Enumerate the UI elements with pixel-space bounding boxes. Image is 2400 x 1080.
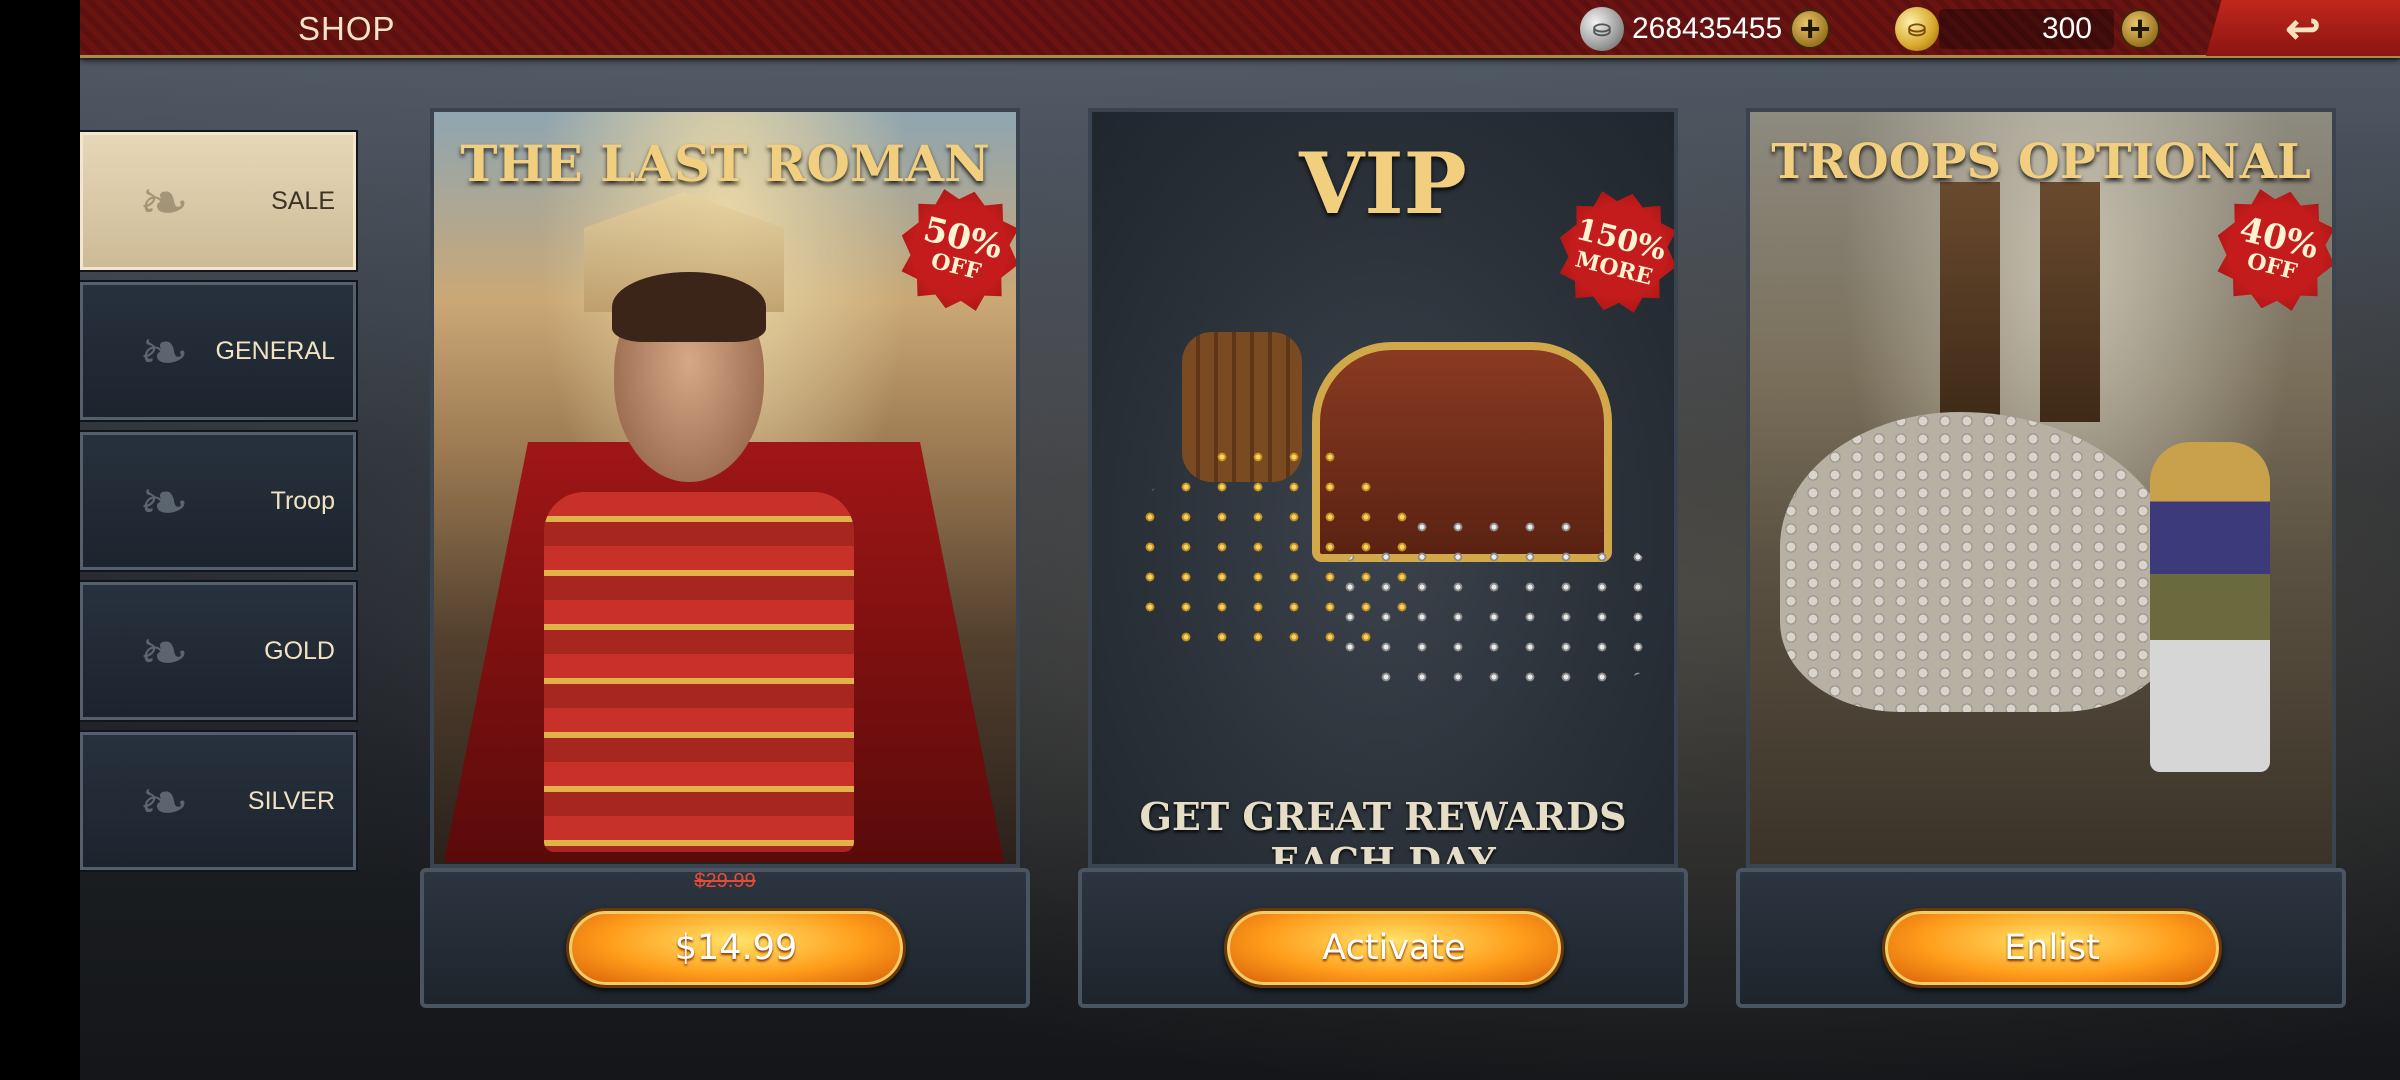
discount-badge: 40% OFF xyxy=(2203,177,2336,322)
category-emblem-icon: ❧ xyxy=(138,769,190,836)
page-title: SHOP xyxy=(298,10,396,47)
gold-coin-icon: ⛀ xyxy=(1895,7,1939,51)
sidebar-item-label: GENERAL xyxy=(215,336,335,365)
activate-button[interactable]: Activate xyxy=(1224,908,1564,988)
last-roman-artwork[interactable]: THE LAST ROMAN 50% OFF xyxy=(430,108,1020,868)
sidebar-item-general[interactable]: ❧ GENERAL xyxy=(80,280,358,422)
top-bar: SHOP ⛀ 268435455 + ⛀ 300 + ↩ xyxy=(80,0,2400,58)
silver-amount: 268435455 xyxy=(1632,12,1783,45)
hero-armor-illustration xyxy=(544,492,854,852)
sidebar-item-label: Troop xyxy=(270,486,335,515)
sidebar-item-label: SILVER xyxy=(247,786,335,815)
buy-price-button[interactable]: $14.99 xyxy=(566,908,906,988)
sidebar-item-silver[interactable]: ❧ SILVER xyxy=(80,730,358,872)
category-emblem-icon: ❧ xyxy=(138,169,190,236)
sidebar-item-sale[interactable]: ❧ SALE xyxy=(80,130,358,272)
category-emblem-icon: ❧ xyxy=(138,619,190,686)
back-button[interactable]: ↩ xyxy=(2206,0,2400,56)
enlist-button[interactable]: Enlist xyxy=(1882,908,2222,988)
vip-artwork[interactable]: VIP 150% MORE GET GREAT REWARDS EACH DAY xyxy=(1088,108,1678,868)
category-emblem-icon: ❧ xyxy=(138,319,190,386)
gold-currency: ⛀ 300 + xyxy=(1895,5,2160,53)
card-footer: Activate xyxy=(1078,868,1688,1008)
sidebar-item-gold[interactable]: ❧ GOLD xyxy=(80,580,358,722)
offer-card-troops: TROOPS OPTIONAL 40% OFF Enlist xyxy=(1736,108,2346,1008)
hero-hair-illustration xyxy=(612,272,766,342)
back-arrow-icon: ↩ xyxy=(2285,4,2321,52)
discount-badge: 50% OFF xyxy=(887,177,1020,322)
siege-tower-illustration xyxy=(1940,182,2000,422)
offer-card-last-roman: THE LAST ROMAN 50% OFF $14.99 $29.99 xyxy=(420,108,1030,1008)
game-shop-screen: SHOP ⛀ 268435455 + ⛀ 300 + ↩ ❧ SALE ❧ GE… xyxy=(80,0,2400,1080)
card-footer: Enlist xyxy=(1736,868,2346,1008)
troops-artwork[interactable]: TROOPS OPTIONAL 40% OFF xyxy=(1746,108,2336,868)
original-price: $29.99 xyxy=(694,870,756,892)
card-title: TROOPS OPTIONAL xyxy=(1771,134,2311,190)
silver-currency: ⛀ 268435455 + xyxy=(1580,5,1831,53)
offer-card-vip: VIP 150% MORE GET GREAT REWARDS EACH DAY… xyxy=(1078,108,1688,1008)
vip-caption: GET GREAT REWARDS EACH DAY xyxy=(1139,794,1627,868)
category-emblem-icon: ❧ xyxy=(138,469,190,536)
sidebar-item-label: GOLD xyxy=(264,636,335,665)
add-gold-button[interactable]: + xyxy=(2120,9,2160,49)
add-silver-button[interactable]: + xyxy=(1790,9,1831,49)
card-title: THE LAST ROMAN xyxy=(460,134,990,193)
sidebar-item-troop[interactable]: ❧ Troop xyxy=(80,430,358,572)
silver-coins-illustration xyxy=(1332,512,1662,682)
siege-tower-illustration xyxy=(2040,182,2100,422)
gold-amount: 300 xyxy=(2041,12,2092,45)
silver-coin-icon: ⛀ xyxy=(1580,7,1624,51)
gold-amount-field: 300 xyxy=(1939,9,2114,49)
sidebar-item-label: SALE xyxy=(271,186,335,215)
soldier-illustration xyxy=(2150,442,2270,772)
camel-illustration xyxy=(1780,412,2180,712)
